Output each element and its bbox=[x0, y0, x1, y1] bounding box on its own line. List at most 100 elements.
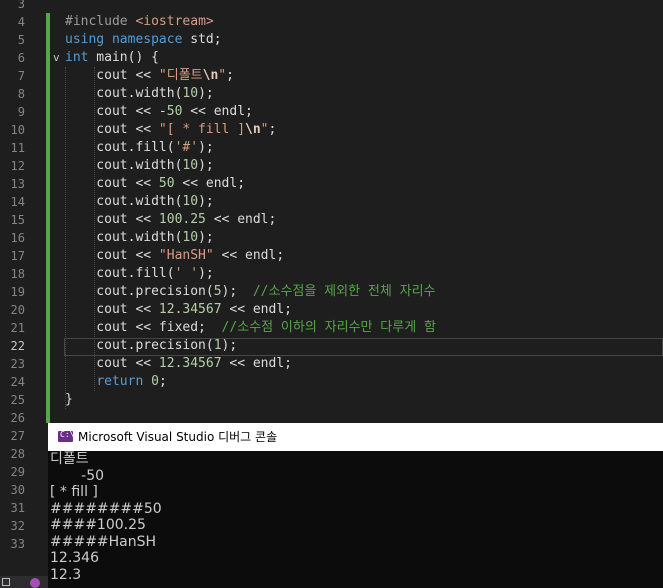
code-text: cout.width(10); bbox=[65, 157, 214, 175]
code-line[interactable]: 16 cout.width(10); bbox=[0, 229, 663, 247]
code-token: 10 bbox=[182, 86, 199, 101]
code-token: ); bbox=[198, 86, 214, 101]
code-token: cout.precision( bbox=[65, 338, 214, 353]
console-app-icon: C:\ bbox=[58, 430, 75, 442]
console-output-line: 디폴트 bbox=[50, 451, 89, 467]
line-number: 18 bbox=[10, 267, 25, 281]
console-window-title: Microsoft Visual Studio 디버그 콘솔 bbox=[78, 430, 278, 444]
code-token: '#' bbox=[174, 140, 199, 155]
line-number: 3 bbox=[17, 0, 25, 11]
code-token: 12.34567 bbox=[158, 302, 222, 317]
code-text: cout << fixed; //소수점 이하의 자리수만 다루게 함 bbox=[65, 319, 436, 337]
code-line[interactable]: 12 cout.width(10); bbox=[0, 157, 663, 175]
code-token: "[ * fill ] bbox=[158, 122, 246, 137]
code-text: int main() { bbox=[65, 49, 159, 67]
code-token: cout.width( bbox=[65, 194, 183, 209]
code-line[interactable]: 17 cout << "HanSH" << endl; bbox=[0, 247, 663, 265]
code-line[interactable]: 19 cout.precision(5); //소수점을 제외한 전체 자리수 bbox=[0, 283, 663, 301]
code-text: cout.precision(5); //소수점을 제외한 전체 자리수 bbox=[65, 283, 435, 301]
line-number: 22 bbox=[10, 339, 25, 353]
code-line[interactable]: 13 cout << 50 << endl; bbox=[0, 175, 663, 193]
code-token: namespace bbox=[111, 32, 183, 47]
code-token: "디폴트 bbox=[158, 68, 203, 83]
window-icon bbox=[2, 578, 10, 586]
code-line[interactable]: 22 cout.precision(1); bbox=[0, 337, 663, 355]
code-line[interactable]: 14 cout.width(10); bbox=[0, 193, 663, 211]
line-number: 4 bbox=[17, 15, 25, 29]
code-token: cout.fill( bbox=[65, 140, 175, 155]
code-token: << endl; bbox=[213, 248, 285, 263]
code-token: cout << fixed; bbox=[65, 320, 222, 335]
line-number: 10 bbox=[10, 123, 25, 137]
code-token: ; bbox=[268, 122, 277, 137]
code-line[interactable]: 24 return 0; bbox=[0, 373, 663, 391]
code-token: 10 bbox=[182, 194, 199, 209]
code-token: " bbox=[260, 122, 269, 137]
code-line[interactable]: 15 cout << 100.25 << endl; bbox=[0, 211, 663, 229]
code-line[interactable]: 6 int main() { bbox=[0, 49, 663, 67]
line-number: 26 bbox=[10, 411, 25, 425]
line-number: 25 bbox=[10, 393, 25, 407]
code-token: 50 bbox=[166, 104, 183, 119]
code-line[interactable]: 21 cout << fixed; //소수점 이하의 자리수만 다루게 함 bbox=[0, 319, 663, 337]
code-token: cout << - bbox=[65, 104, 167, 119]
code-token: ); bbox=[198, 230, 214, 245]
code-token: 50 bbox=[158, 176, 175, 191]
code-token: << endl; bbox=[182, 104, 253, 119]
visual-studio-icon[interactable] bbox=[30, 578, 40, 588]
code-line[interactable]: 18 cout.fill(' '); bbox=[0, 265, 663, 283]
line-number: 12 bbox=[10, 159, 25, 173]
code-token: ); bbox=[198, 158, 214, 173]
code-token: 10 bbox=[182, 158, 199, 173]
code-line[interactable]: 10 cout << "[ * fill ]\n"; bbox=[0, 121, 663, 139]
code-line[interactable]: 20 cout << 12.34567 << endl; bbox=[0, 301, 663, 319]
code-token: \n bbox=[202, 68, 219, 83]
code-line[interactable]: 9 cout << -50 << endl; bbox=[0, 103, 663, 121]
code-token: << endl; bbox=[174, 176, 246, 191]
line-number: 9 bbox=[17, 105, 25, 119]
line-number: 8 bbox=[17, 87, 25, 101]
code-token: return bbox=[96, 374, 144, 389]
console-output-line: ####100.25 bbox=[50, 517, 146, 533]
code-text: } bbox=[65, 391, 73, 409]
code-text: #include <iostream> bbox=[65, 13, 214, 31]
code-token: cout << bbox=[65, 248, 159, 263]
code-line[interactable]: 11 cout.fill('#'); bbox=[0, 139, 663, 157]
line-number: 30 bbox=[10, 483, 25, 497]
line-number: 16 bbox=[10, 231, 25, 245]
code-token: cout << bbox=[65, 302, 159, 317]
code-line[interactable]: 3 bbox=[0, 0, 663, 13]
code-token: #include bbox=[65, 14, 136, 29]
code-token: cout.width( bbox=[65, 86, 183, 101]
line-number: 33 bbox=[10, 537, 25, 551]
code-token: ); bbox=[221, 284, 253, 299]
line-number: 5 bbox=[17, 33, 25, 47]
code-text: cout.width(10); bbox=[65, 85, 214, 103]
code-token: 1 bbox=[213, 338, 222, 353]
line-number: 24 bbox=[10, 375, 25, 389]
code-line[interactable]: 25} bbox=[0, 391, 663, 409]
code-token: " bbox=[218, 68, 227, 83]
code-line[interactable]: 23 cout << 12.34567 << endl; bbox=[0, 355, 663, 373]
code-text: cout << 50 << endl; bbox=[65, 175, 245, 193]
debug-console-output[interactable]: 디폴트 -50[ * fill ] ########50 ####100.25 ###… bbox=[48, 451, 663, 588]
code-token: 0 bbox=[151, 374, 159, 389]
code-token: ); bbox=[198, 194, 214, 209]
code-line[interactable]: 4 #include <iostream> bbox=[0, 13, 663, 31]
code-text: cout << 100.25 << endl; bbox=[65, 211, 276, 229]
code-token: ); bbox=[198, 266, 214, 281]
console-icon-label: C:\ bbox=[60, 430, 75, 439]
line-number: 29 bbox=[10, 465, 25, 479]
code-token: cout << bbox=[65, 212, 159, 227]
code-line[interactable]: 7 cout << "디폴트\n"; bbox=[0, 67, 663, 85]
code-token: << endl; bbox=[221, 302, 292, 317]
code-text: return 0; bbox=[65, 373, 166, 391]
code-token: << endl; bbox=[221, 356, 292, 371]
debug-console-titlebar[interactable]: C:\ Microsoft Visual Studio 디버그 콘솔 bbox=[48, 423, 663, 451]
code-line[interactable]: 8 cout.width(10); bbox=[0, 85, 663, 103]
code-line[interactable]: 5 using namespace std; bbox=[0, 31, 663, 49]
code-token: ; bbox=[226, 68, 234, 83]
console-output-line: ########50 bbox=[50, 500, 162, 517]
